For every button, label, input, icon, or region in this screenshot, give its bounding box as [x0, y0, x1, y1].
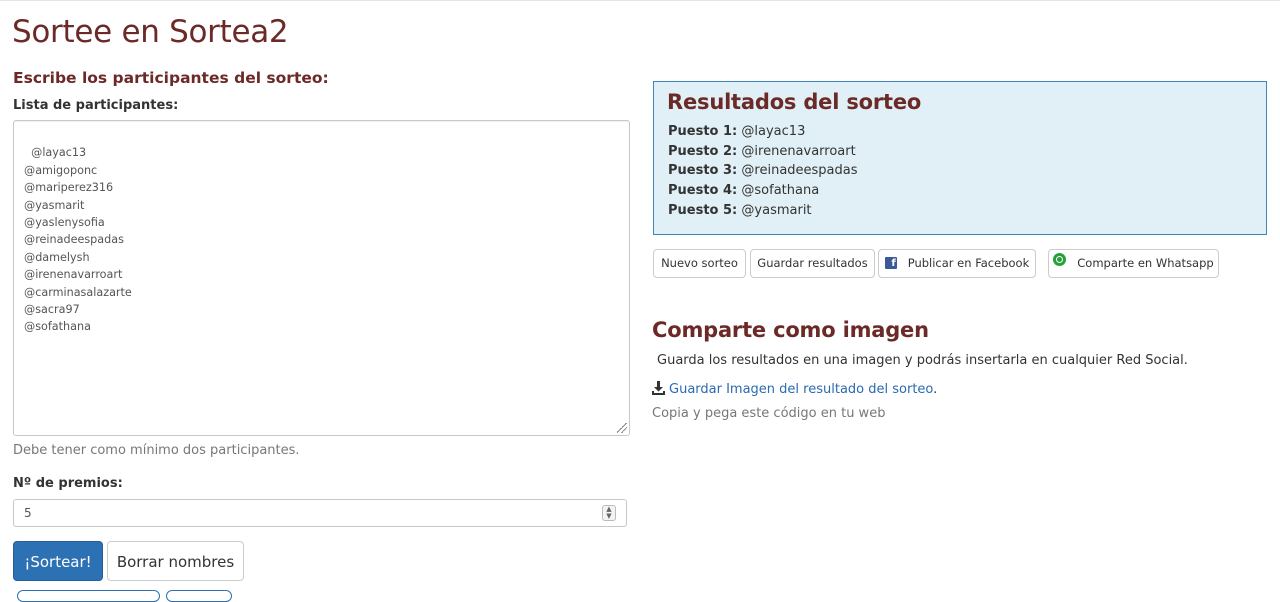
download-link-suffix: .: [933, 382, 938, 397]
draw-button[interactable]: ¡Sortear!: [13, 541, 103, 581]
page-subtitle: Escribe los participantes del sorteo:: [13, 69, 329, 87]
participants-helper-text: Debe tener como mínimo dos participantes…: [13, 443, 300, 458]
result-value: @irenenavarroart: [741, 144, 856, 159]
whatsapp-icon: [1053, 253, 1067, 266]
resize-grip-icon[interactable]: [617, 423, 627, 433]
clear-names-button[interactable]: Borrar nombres: [107, 541, 244, 581]
prizes-number-input[interactable]: 5 ▲ ▼: [13, 499, 627, 527]
participants-label: Lista de participantes:: [13, 98, 179, 113]
share-image-title: Comparte como imagen: [652, 318, 929, 342]
result-value: @layac13: [741, 124, 806, 139]
prizes-value: 5: [24, 506, 32, 520]
result-row: Puesto 2: @irenenavarroart: [668, 144, 856, 159]
result-row: Puesto 5: @yasmarit: [668, 203, 812, 218]
results-panel: Resultados del sorteo Puesto 1: @layac13…: [653, 81, 1267, 235]
result-label: Puesto 3:: [668, 163, 738, 178]
page-title: Sortee en Sortea2: [12, 14, 289, 50]
copy-code-text: Copia y pega este código en tu web: [652, 406, 886, 421]
top-border: [0, 0, 1280, 1]
results-title: Resultados del sorteo: [667, 90, 922, 114]
download-row: Guardar Imagen del resultado del sorteo.: [652, 381, 937, 397]
result-label: Puesto 1:: [668, 124, 738, 139]
result-value: @sofathana: [741, 183, 820, 198]
facebook-icon: f: [884, 257, 897, 269]
partial-button-left[interactable]: [17, 590, 160, 602]
result-value: @yasmarit: [741, 203, 812, 218]
result-value: @reinadeespadas: [741, 163, 858, 178]
whatsapp-share-button[interactable]: Comparte en Whatsapp: [1048, 249, 1219, 278]
result-row: Puesto 4: @sofathana: [668, 183, 819, 198]
facebook-share-label: Publicar en Facebook: [907, 256, 1030, 270]
result-label: Puesto 4:: [668, 183, 738, 198]
participants-textarea[interactable]: @layac13 @amigoponc @mariperez316 @yasma…: [13, 120, 630, 436]
participants-text: @layac13 @amigoponc @mariperez316 @yasma…: [24, 146, 132, 334]
new-draw-button[interactable]: Nuevo sorteo: [653, 249, 746, 278]
download-icon: [652, 381, 665, 395]
result-label: Puesto 2:: [668, 144, 738, 159]
partial-button-right[interactable]: [166, 590, 232, 602]
facebook-share-button[interactable]: f Publicar en Facebook: [878, 249, 1036, 278]
result-row: Puesto 3: @reinadeespadas: [668, 163, 858, 178]
result-label: Puesto 5:: [668, 203, 738, 218]
spinner-arrows-icon[interactable]: ▲ ▼: [602, 505, 616, 521]
result-row: Puesto 1: @layac13: [668, 124, 805, 139]
download-image-link[interactable]: Guardar Imagen del resultado del sorteo: [669, 382, 933, 397]
prizes-label: Nº de premios:: [13, 476, 123, 491]
whatsapp-share-label: Comparte en Whatsapp: [1077, 256, 1214, 270]
share-image-description: Guarda los resultados en una imagen y po…: [657, 353, 1188, 368]
save-results-button[interactable]: Guardar resultados: [750, 249, 875, 278]
